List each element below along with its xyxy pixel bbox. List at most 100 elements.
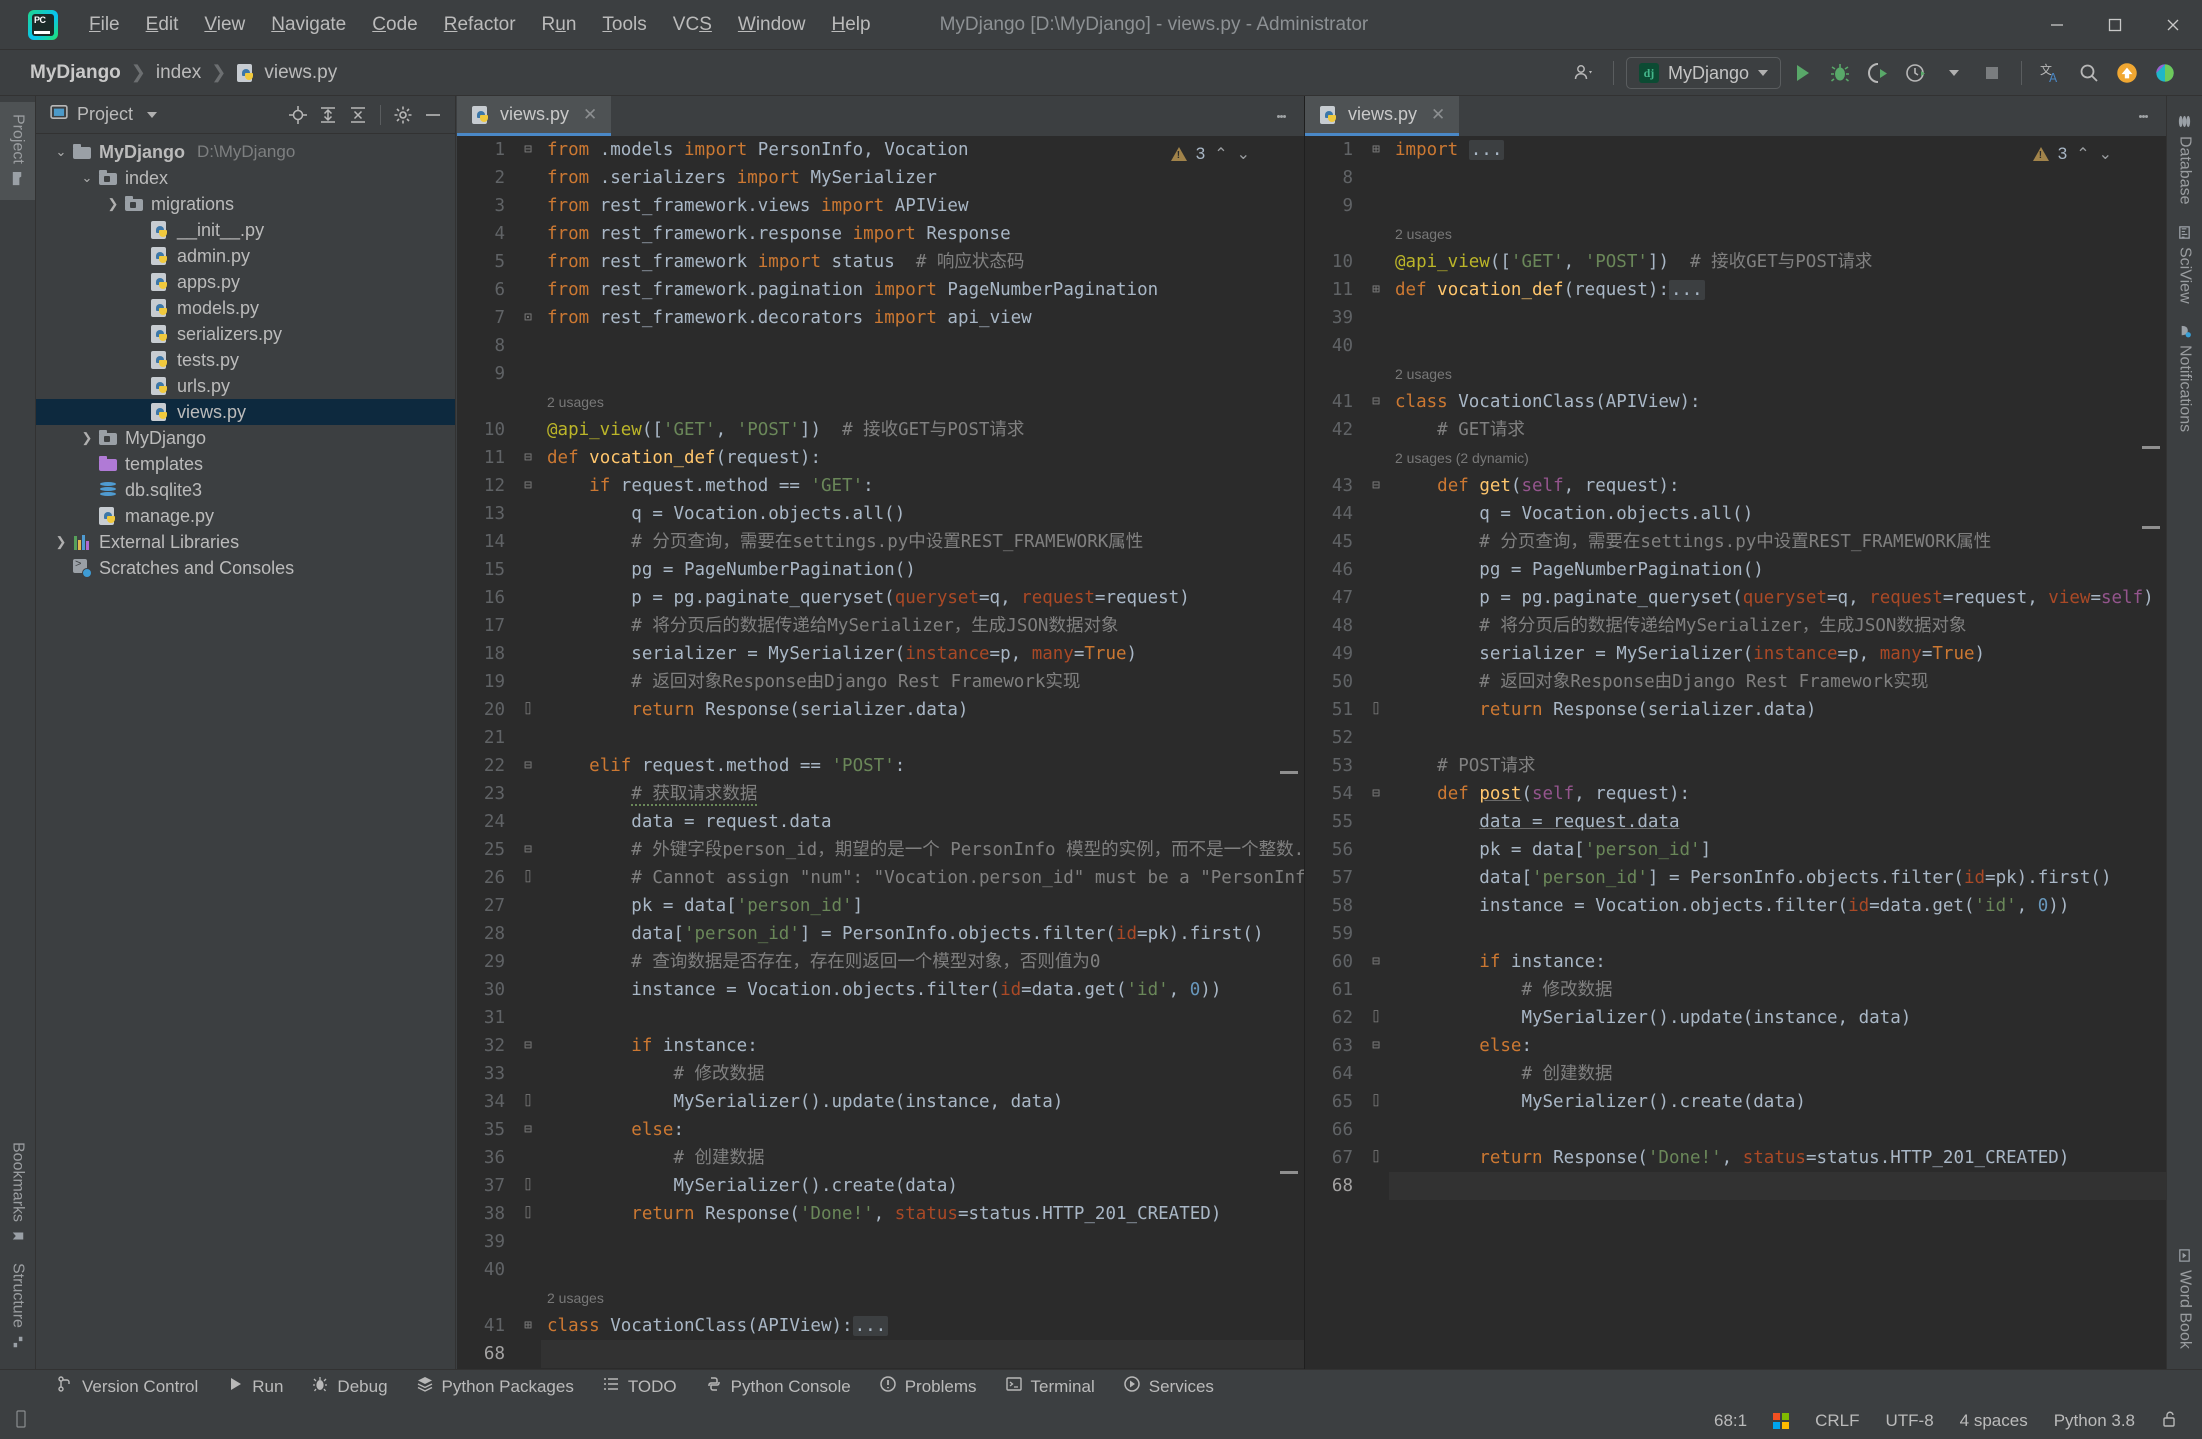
sidebar-item-sciview[interactable]: SciView <box>2167 215 2202 314</box>
bottom-tab-version-control[interactable]: Version Control <box>56 1375 198 1398</box>
debug-button[interactable] <box>1823 56 1857 90</box>
account-icon[interactable] <box>1567 56 1601 90</box>
fold-marker-icon[interactable]: ⌷ <box>515 1172 541 1200</box>
code-line[interactable]: serializer = MySerializer(instance=p, ma… <box>1389 640 2166 668</box>
fold-marker-icon[interactable]: ⌷ <box>1363 696 1389 724</box>
menu-code[interactable]: Code <box>359 9 430 41</box>
caret-position[interactable]: 68:1 <box>1714 1411 1747 1431</box>
sidebar-item-word-book[interactable]: Word Book <box>2167 1238 2202 1359</box>
code-line[interactable]: MySerializer().update(instance, data) <box>541 1088 1304 1116</box>
code-line[interactable]: q = Vocation.objects.all() <box>1389 500 2166 528</box>
code-line[interactable]: # Cannot assign "num": "Vocation.person_… <box>541 864 1304 892</box>
code-line[interactable] <box>1389 192 2166 220</box>
tree-item-db-sqlite3[interactable]: db.sqlite3 <box>36 477 455 503</box>
tab-views-py[interactable]: views.py ✕ <box>457 96 611 136</box>
code-line[interactable]: def vocation_def(request):... <box>1389 276 2166 304</box>
chevron-down-icon[interactable]: ⌄ <box>56 144 67 160</box>
menu-vcs[interactable]: VCS <box>660 9 725 41</box>
inspection-widget-left[interactable]: 3 ⌃ ⌄ <box>1171 144 1250 164</box>
bottom-tab-python-console[interactable]: Python Console <box>705 1375 851 1398</box>
usages-hint[interactable]: 2 usages <box>1389 220 2166 248</box>
unlocked-icon[interactable] <box>2161 1410 2178 1433</box>
next-problem-icon[interactable]: ⌄ <box>1237 144 1250 164</box>
fold-marker-icon[interactable]: ⌷ <box>515 1088 541 1116</box>
code-line[interactable]: return Response(serializer.data) <box>1389 696 2166 724</box>
code-line[interactable]: # 创建数据 <box>541 1144 1304 1172</box>
tree-twisty[interactable]: ❯ <box>76 430 98 446</box>
code-line[interactable]: # 将分页后的数据传递给MySerializer，生成JSON数据对象 <box>1389 612 2166 640</box>
code-line[interactable]: MySerializer().create(data) <box>541 1172 1304 1200</box>
minimize-button[interactable] <box>2028 0 2086 50</box>
code-line[interactable]: data['person_id'] = PersonInfo.objects.f… <box>1389 864 2166 892</box>
code-line[interactable]: # 修改数据 <box>541 1060 1304 1088</box>
usages-hint[interactable]: 2 usages (2 dynamic) <box>1389 444 2166 472</box>
tree-twisty[interactable]: ⌄ <box>76 170 98 186</box>
gear-icon[interactable] <box>389 101 417 129</box>
code-line[interactable]: # 修改数据 <box>1389 976 2166 1004</box>
editor-tabs-menu-icon[interactable] <box>1268 96 1294 136</box>
fold-marker-icon[interactable]: ⌷ <box>515 1200 541 1228</box>
editor-tabs-menu-icon[interactable] <box>2130 96 2156 136</box>
run-button[interactable] <box>1785 56 1819 90</box>
code-line[interactable]: instance = Vocation.objects.filter(id=da… <box>541 976 1304 1004</box>
code-line[interactable]: from .serializers import MySerializer <box>541 164 1304 192</box>
code-line[interactable]: return Response('Done!', status=status.H… <box>541 1200 1304 1228</box>
tree-item-apps-py[interactable]: apps.py <box>36 269 455 295</box>
translate-icon[interactable]: 文 A <box>2034 56 2068 90</box>
bottom-tab-debug[interactable]: Debug <box>311 1375 387 1398</box>
run-coverage-button[interactable] <box>1861 56 1895 90</box>
code-line[interactable]: data = request.data <box>1389 808 2166 836</box>
menu-view[interactable]: View <box>191 9 258 41</box>
code-line[interactable] <box>1389 304 2166 332</box>
line-separator[interactable]: CRLF <box>1815 1411 1859 1431</box>
code-line[interactable]: class VocationClass(APIView):... <box>541 1312 1304 1340</box>
code-line[interactable] <box>541 1004 1304 1032</box>
code-line[interactable]: instance = Vocation.objects.filter(id=da… <box>1389 892 2166 920</box>
code-line[interactable]: data = request.data <box>541 808 1304 836</box>
menu-file[interactable]: File <box>76 9 133 41</box>
code-line[interactable] <box>1389 332 2166 360</box>
code-line[interactable]: from rest_framework.views import APIView <box>541 192 1304 220</box>
code-line[interactable]: pg = PageNumberPagination() <box>1389 556 2166 584</box>
maximize-button[interactable] <box>2086 0 2144 50</box>
sidebar-item-structure[interactable]: Structure <box>0 1253 35 1359</box>
fold-marker-icon[interactable]: ⌷ <box>515 864 541 892</box>
fold-marker-icon[interactable]: ⌷ <box>515 696 541 724</box>
code-line[interactable] <box>1389 1172 2166 1200</box>
breadcrumb-item-views-py[interactable]: views.py <box>232 60 341 86</box>
bottom-tab-todo[interactable]: TODO <box>602 1375 677 1398</box>
python-interpreter[interactable]: Python 3.8 <box>2054 1411 2135 1431</box>
code-line[interactable]: if instance: <box>1389 948 2166 976</box>
fold-marker-icon[interactable]: ⊟ <box>515 136 541 164</box>
code-line[interactable] <box>541 1340 1304 1368</box>
tree-item-manage-py[interactable]: manage.py <box>36 503 455 529</box>
fold-marker-icon[interactable]: ⊟ <box>1363 472 1389 500</box>
fold-marker-icon[interactable]: ⊟ <box>515 1032 541 1060</box>
code-line[interactable]: pg = PageNumberPagination() <box>541 556 1304 584</box>
menu-run[interactable]: Run <box>529 9 590 41</box>
code-line[interactable]: from rest_framework.response import Resp… <box>541 220 1304 248</box>
code-line[interactable]: pk = data['person_id'] <box>1389 836 2166 864</box>
code-line[interactable]: def vocation_def(request): <box>541 444 1304 472</box>
bottom-tab-problems[interactable]: Problems <box>879 1375 977 1398</box>
usages-hint[interactable]: 2 usages <box>541 388 1304 416</box>
code-line[interactable] <box>541 332 1304 360</box>
code-line[interactable]: p = pg.paginate_queryset(queryset=q, req… <box>1389 584 2166 612</box>
sidebar-item-notifications[interactable]: Notifications <box>2167 313 2202 442</box>
code-line[interactable]: class VocationClass(APIView): <box>1389 388 2166 416</box>
tree-item-migrations[interactable]: ❯migrations <box>36 191 455 217</box>
code-line[interactable]: @api_view(['GET', 'POST']) # 接收GET与POST请… <box>1389 248 2166 276</box>
code-line[interactable]: # 查询数据是否存在，存在则返回一个模型对象，否则值为0 <box>541 948 1304 976</box>
expand-all-icon[interactable] <box>314 101 342 129</box>
bottom-tab-terminal[interactable]: Terminal <box>1005 1375 1095 1398</box>
code-line[interactable]: # 分页查询，需要在settings.py中设置REST_FRAMEWORK属性 <box>1389 528 2166 556</box>
close-icon[interactable]: ✕ <box>1431 105 1445 125</box>
usages-hint[interactable]: 2 usages <box>1389 360 2166 388</box>
code-line[interactable]: @api_view(['GET', 'POST']) # 接收GET与POST请… <box>541 416 1304 444</box>
code-line[interactable]: # 创建数据 <box>1389 1060 2166 1088</box>
menu-help[interactable]: Help <box>818 9 883 41</box>
update-icon[interactable] <box>2110 56 2144 90</box>
code-line[interactable]: MySerializer().update(instance, data) <box>1389 1004 2166 1032</box>
code-line[interactable]: p = pg.paginate_queryset(queryset=q, req… <box>541 584 1304 612</box>
breadcrumb-item-index[interactable]: index <box>152 60 205 86</box>
